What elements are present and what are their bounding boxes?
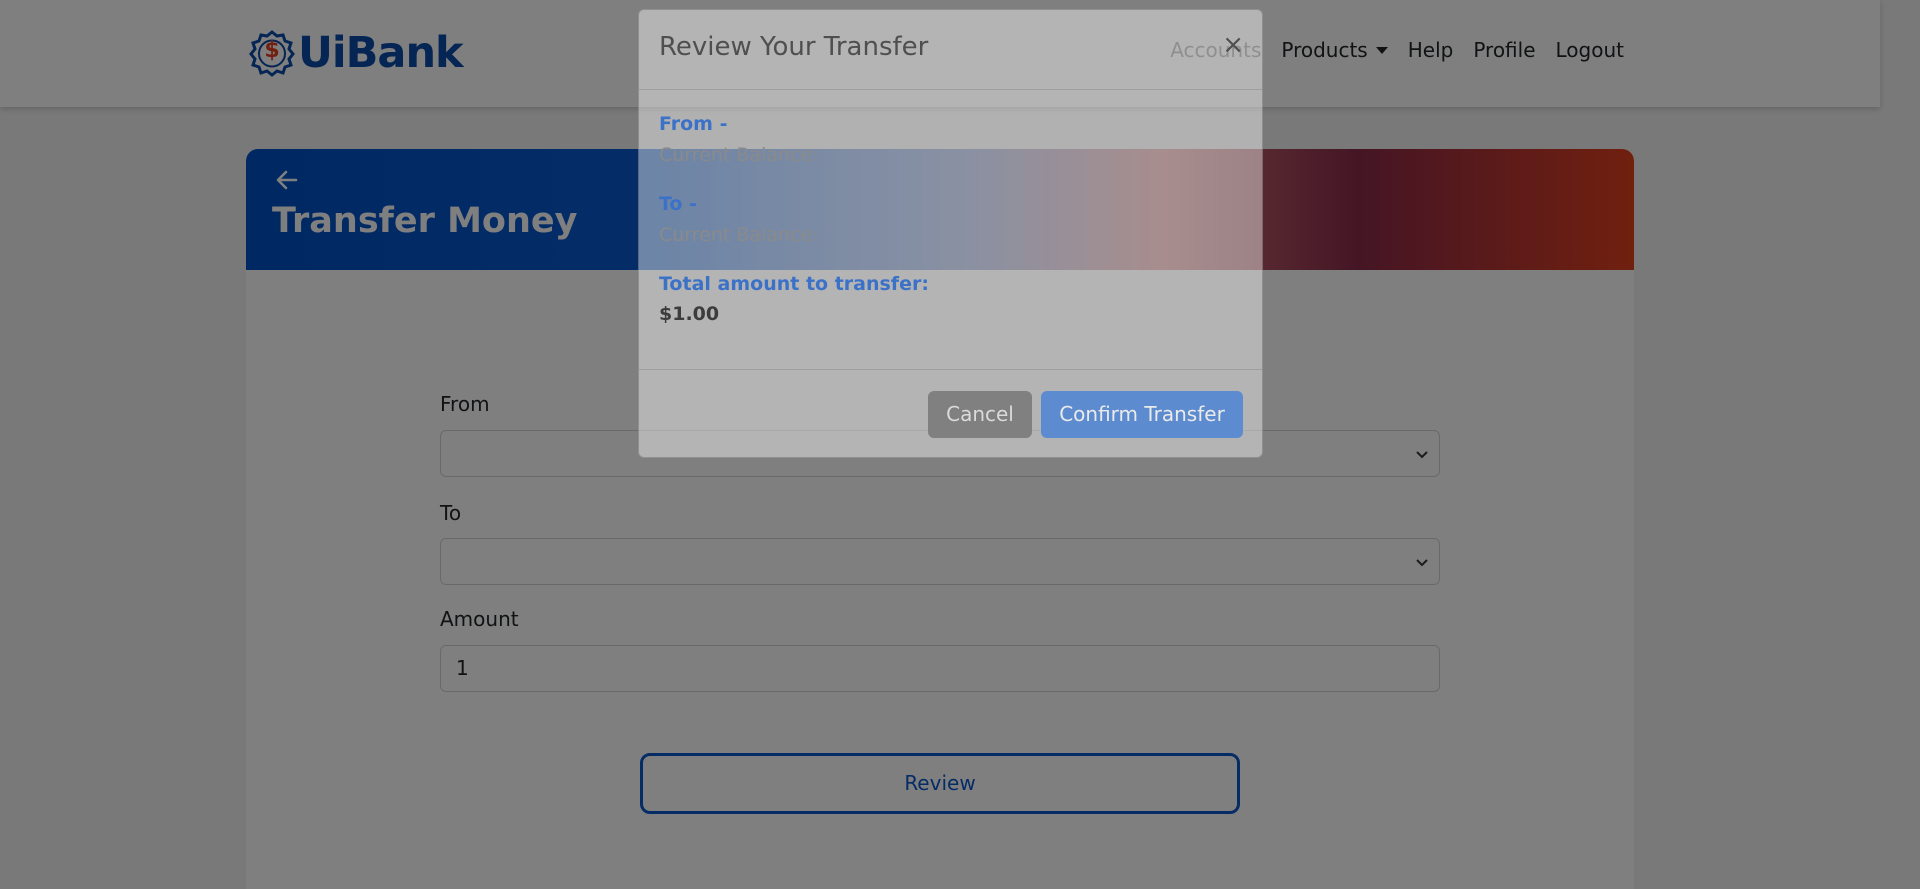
- to-summary-label: To -: [659, 193, 697, 215]
- confirm-transfer-button[interactable]: Confirm Transfer: [1041, 391, 1243, 438]
- from-current-balance: Current Balance:: [659, 144, 819, 166]
- to-current-balance: Current Balance:: [659, 224, 819, 246]
- from-summary-label: From -: [659, 113, 728, 135]
- modal-title: Review Your Transfer: [659, 32, 929, 62]
- total-amount-value: $1.00: [659, 303, 720, 325]
- review-transfer-modal: Review Your Transfer × From - Current Ba…: [638, 9, 1263, 458]
- modal-footer-divider: [639, 369, 1262, 370]
- close-icon[interactable]: ×: [1222, 32, 1244, 58]
- cancel-button[interactable]: Cancel: [928, 391, 1032, 438]
- modal-header-divider: [639, 89, 1262, 90]
- total-amount-label: Total amount to transfer:: [659, 273, 929, 295]
